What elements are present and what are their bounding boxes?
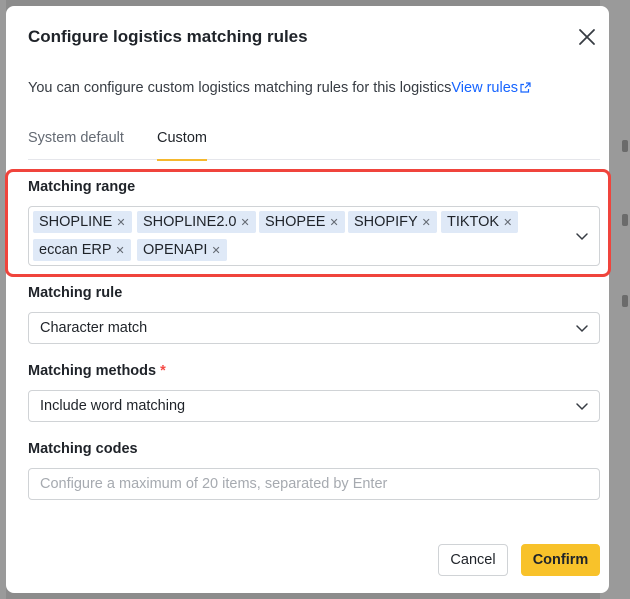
background-fragment <box>622 214 628 226</box>
chevron-down-icon <box>576 325 588 333</box>
matching-codes-field <box>28 468 600 500</box>
highlight-annotation-box <box>5 169 611 277</box>
chevron-down-icon <box>576 403 588 411</box>
matching-rule-label: Matching rule <box>28 285 123 301</box>
view-rules-link[interactable]: View rules <box>451 80 531 96</box>
external-link-icon <box>520 82 531 93</box>
matching-methods-label: Matching methods * <box>28 363 166 379</box>
modal-title: Configure logistics matching rules <box>28 27 308 46</box>
matching-codes-label: Matching codes <box>28 441 138 457</box>
required-mark: * <box>160 363 166 379</box>
matching-methods-value: Include word matching <box>40 398 186 414</box>
close-icon <box>579 29 595 45</box>
description-text: You can configure custom logistics match… <box>28 80 452 96</box>
matching-rule-select[interactable]: Character match <box>28 312 600 344</box>
matching-rule-value: Character match <box>40 320 148 336</box>
tab-custom[interactable]: Custom <box>157 130 207 161</box>
background-fragment <box>622 140 628 152</box>
logistics-rules-modal: Configure logistics matching rules You c… <box>5 6 611 593</box>
matching-codes-input[interactable] <box>40 469 580 499</box>
cancel-button[interactable]: Cancel <box>438 544 508 576</box>
matching-methods-select[interactable]: Include word matching <box>28 390 600 422</box>
modal-description: You can configure custom logistics match… <box>28 80 531 96</box>
close-button[interactable] <box>576 26 598 48</box>
confirm-button[interactable]: Confirm <box>521 544 600 576</box>
rule-tabs: System default Custom <box>28 124 600 161</box>
view-rules-label: View rules <box>451 80 519 96</box>
matching-methods-label-text: Matching methods <box>28 363 157 379</box>
background-fragment <box>622 295 628 307</box>
tab-system-default[interactable]: System default <box>28 130 124 160</box>
